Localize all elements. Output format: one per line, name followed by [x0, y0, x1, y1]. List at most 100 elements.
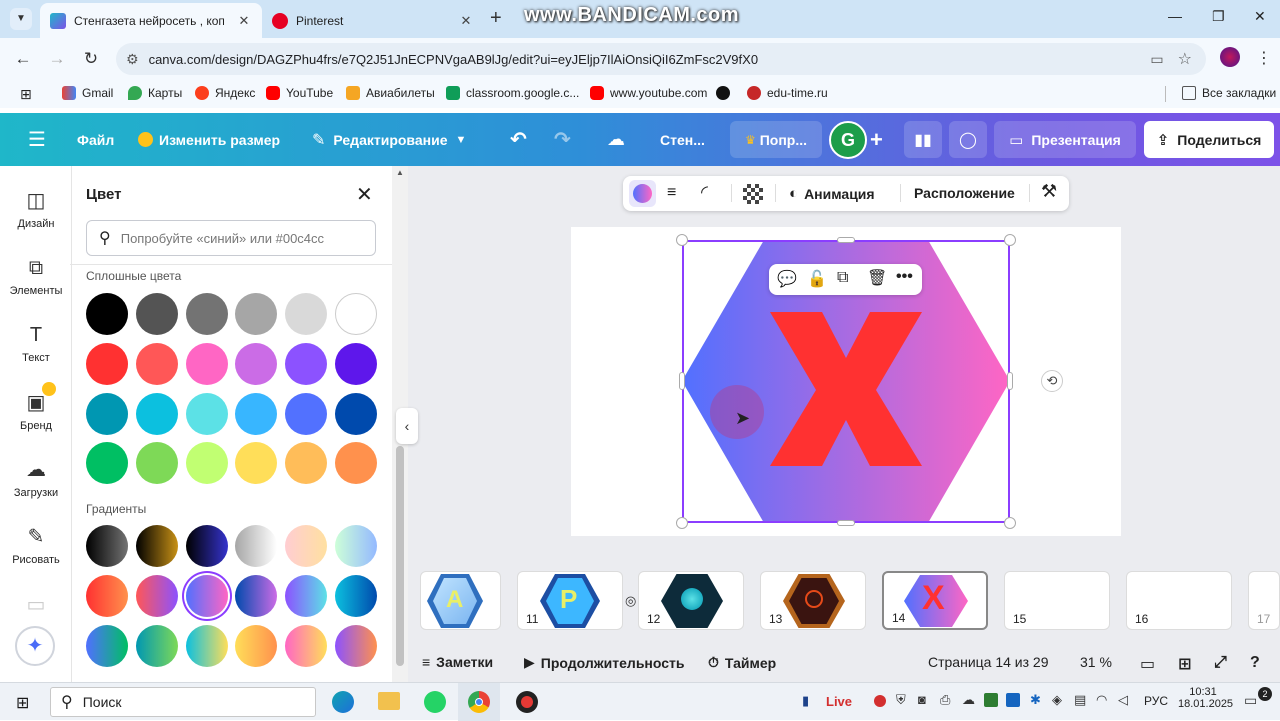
window-close-icon[interactable]: ✕: [1254, 8, 1266, 25]
solid-color-swatch[interactable]: [86, 293, 128, 335]
solid-color-swatch[interactable]: [235, 342, 278, 385]
bookmark-star-icon[interactable]: ☆: [1178, 49, 1192, 69]
network-icon[interactable]: ▤: [1074, 692, 1086, 708]
cloud-save-icon[interactable]: ☁: [607, 113, 625, 166]
color-picker-button[interactable]: [629, 180, 656, 207]
solid-color-swatch[interactable]: [285, 392, 328, 435]
bookmark-edu-time[interactable]: edu-time.ru: [747, 86, 828, 100]
page-thumb-11[interactable]: P 11: [517, 571, 623, 630]
solid-color-swatch[interactable]: [335, 442, 377, 485]
delete-icon[interactable]: 🗑: [867, 268, 887, 288]
solid-color-swatch[interactable]: [235, 442, 278, 485]
solid-color-swatch[interactable]: [86, 342, 128, 385]
site-info-icon[interactable]: ⚙: [126, 51, 139, 68]
resize-handle[interactable]: [1007, 372, 1013, 390]
editing-mode-button[interactable]: ✎ Редактирование ▼: [312, 113, 466, 166]
rail-draw[interactable]: ✎ Рисовать: [0, 526, 72, 566]
gradient-swatch[interactable]: [86, 625, 128, 667]
tab-pinterest[interactable]: Pinterest ✕: [262, 3, 484, 38]
bookmark-youtube[interactable]: YouTube: [266, 86, 333, 100]
language-indicator[interactable]: РУС: [1144, 694, 1168, 708]
tray-app-icon[interactable]: ◈: [1052, 692, 1062, 708]
solid-color-swatch[interactable]: [185, 293, 228, 335]
lock-icon[interactable]: 🔓: [807, 269, 827, 289]
bookmark-maps[interactable]: Карты: [128, 86, 182, 100]
apps-grid-icon[interactable]: ⊞: [20, 86, 32, 103]
all-bookmarks[interactable]: Все закладки: [1182, 86, 1276, 100]
whatsapp-icon[interactable]: [424, 691, 446, 713]
scroll-thumb[interactable]: [396, 446, 404, 666]
tab-canva[interactable]: Стенгазета нейросеть , копия ✕: [40, 3, 262, 38]
more-options-icon[interactable]: •••: [896, 268, 913, 286]
gradient-swatch[interactable]: [335, 575, 377, 617]
copy-style-paint-roller-icon[interactable]: ⚒: [1041, 181, 1057, 202]
solid-color-swatch[interactable]: [335, 392, 377, 435]
browser-menu-icon[interactable]: ⋮: [1256, 48, 1272, 68]
bookmark-classroom[interactable]: classroom.google.c...: [446, 86, 579, 100]
gradient-swatch[interactable]: [185, 625, 228, 667]
fullscreen-icon[interactable]: ⤢: [1214, 654, 1227, 672]
gradient-swatch[interactable]: [135, 625, 178, 667]
gradient-swatch[interactable]: [86, 525, 128, 567]
solid-color-swatch[interactable]: [135, 392, 178, 435]
share-button[interactable]: ⇪ Поделиться: [1144, 121, 1274, 158]
add-collaborator-icon[interactable]: +: [870, 113, 883, 166]
help-icon[interactable]: ?: [1250, 654, 1260, 672]
gradient-swatch[interactable]: [235, 625, 278, 667]
scroll-up-icon[interactable]: ▲: [396, 168, 404, 177]
resize-handle[interactable]: [837, 237, 855, 243]
grid-view-icon[interactable]: ⊞: [1178, 654, 1191, 674]
solid-color-swatch[interactable]: [86, 442, 128, 485]
resize-button[interactable]: Изменить размер: [138, 113, 280, 166]
color-search-input[interactable]: ⚲ Попробуйте «синий» или #00c4cc: [86, 220, 376, 256]
rotate-icon[interactable]: ⟲: [1041, 370, 1063, 392]
animate-button[interactable]: ◐ Анимация: [789, 185, 875, 202]
gradient-swatch[interactable]: [335, 625, 377, 667]
solid-color-swatch[interactable]: [135, 293, 178, 335]
resize-handle[interactable]: [676, 234, 688, 246]
live-label[interactable]: Live: [826, 694, 852, 709]
rail-projects[interactable]: ▭: [0, 594, 72, 622]
app-tray-icon[interactable]: [984, 693, 998, 707]
gradient-swatch[interactable]: [86, 575, 128, 617]
page-thumb-16[interactable]: 16: [1126, 571, 1232, 630]
nba-icon[interactable]: ▮: [802, 693, 809, 709]
gradient-swatch[interactable]: [185, 525, 228, 567]
solid-color-swatch[interactable]: [185, 342, 228, 385]
rail-text[interactable]: T Текст: [0, 324, 72, 364]
solid-color-swatch[interactable]: [285, 342, 328, 385]
solid-color-swatch[interactable]: [235, 392, 278, 435]
gradient-swatch[interactable]: [135, 525, 178, 567]
new-tab-icon[interactable]: +: [490, 7, 502, 30]
volume-icon[interactable]: ◁: [1118, 692, 1128, 708]
transition-icon[interactable]: ◎: [625, 593, 636, 609]
rail-design[interactable]: ◫ Дизайн: [0, 190, 72, 230]
insights-chart-icon[interactable]: ▮▮: [904, 121, 942, 158]
bandicam-icon[interactable]: [516, 691, 538, 713]
minimize-icon[interactable]: —: [1168, 8, 1182, 24]
page-view-icon[interactable]: ▭: [1140, 654, 1155, 674]
cloud-icon[interactable]: ☁: [962, 692, 975, 708]
avatar[interactable]: G: [829, 121, 867, 159]
gradient-swatch[interactable]: [335, 525, 377, 567]
close-icon[interactable]: ✕: [356, 182, 373, 207]
page-thumb-15[interactable]: 15: [1004, 571, 1110, 630]
solid-color-swatch[interactable]: [185, 442, 228, 485]
hamburger-icon[interactable]: ☰: [28, 113, 46, 166]
try-pro-button[interactable]: ♛ Попр...: [730, 121, 822, 158]
record-icon[interactable]: [874, 695, 886, 707]
bookmark-youtube-com[interactable]: www.youtube.com: [590, 86, 707, 100]
resize-handle[interactable]: [1004, 517, 1016, 529]
tab-search-chevron-icon[interactable]: ▼: [10, 8, 32, 30]
redo-icon[interactable]: ↷: [554, 113, 571, 166]
bookmark-github[interactable]: [716, 86, 736, 100]
gradient-swatch[interactable]: [135, 575, 178, 617]
resize-handle[interactable]: [837, 520, 855, 526]
timer-button[interactable]: ⏱ Таймер: [708, 654, 776, 671]
gradient-swatch[interactable]: [235, 575, 278, 617]
undo-icon[interactable]: ↶: [510, 113, 527, 166]
reload-icon[interactable]: ↻: [80, 49, 102, 69]
forward-icon[interactable]: →: [46, 49, 68, 69]
chrome-taskbar-button[interactable]: [458, 683, 500, 721]
wifi-icon[interactable]: ◠: [1096, 692, 1107, 708]
